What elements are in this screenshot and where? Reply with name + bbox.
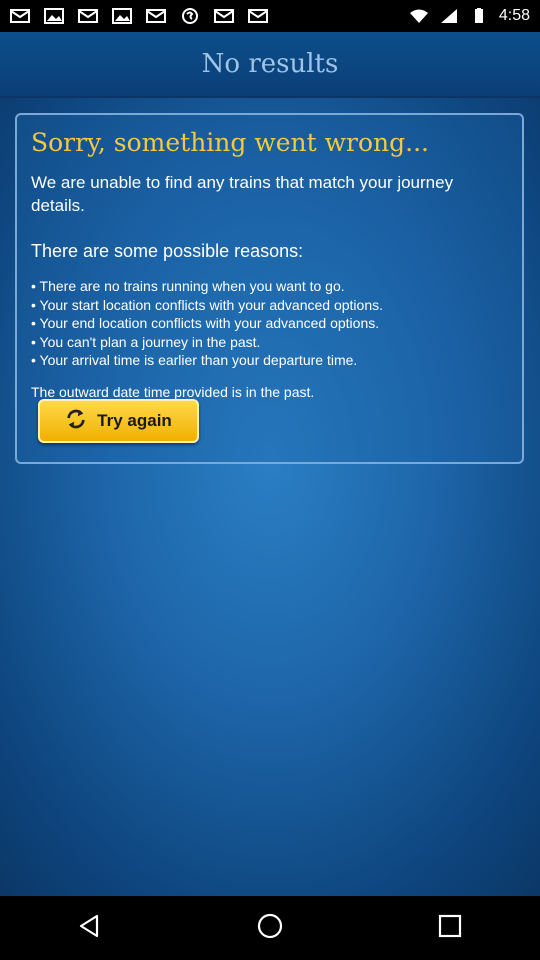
mail-icon [214, 8, 234, 24]
list-item: Your start location conflicts with your … [31, 296, 508, 315]
refresh-icon [65, 408, 87, 435]
recents-button[interactable] [420, 898, 480, 958]
reasons-title: There are some possible reasons: [31, 241, 304, 261]
try-again-button[interactable]: Try again [38, 399, 199, 443]
mail-icon [78, 8, 98, 24]
notification-icons [10, 8, 268, 24]
wifi-icon [409, 8, 429, 24]
error-intro: We are unable to find any trains that ma… [31, 173, 454, 215]
list-item: Your end location conflicts with your ad… [31, 314, 508, 333]
shazam-icon [180, 8, 200, 24]
list-item: There are no trains running when you wan… [31, 277, 508, 296]
status-bar: 4:58 [0, 0, 540, 32]
title-bar: No results [0, 32, 540, 98]
system-icons: 4:58 [409, 7, 530, 25]
main-content: Sorry, something went wrong... We are un… [0, 98, 540, 896]
error-heading: Sorry, something went wrong... [31, 128, 429, 157]
mail-icon [248, 8, 268, 24]
try-again-label: Try again [97, 411, 172, 430]
status-time: 4:58 [498, 7, 530, 24]
page-title: No results [201, 49, 339, 79]
list-item: You can't plan a journey in the past. [31, 333, 508, 352]
past-date-note: The outward date time provided is in the… [31, 383, 315, 400]
back-icon [77, 913, 103, 944]
error-panel: Sorry, something went wrong... We are un… [15, 113, 524, 464]
home-icon [257, 913, 283, 944]
mail-icon [10, 8, 30, 24]
mail-icon [146, 8, 166, 24]
back-button[interactable] [60, 898, 120, 958]
recents-icon [437, 913, 463, 944]
battery-icon [469, 8, 489, 24]
reasons-list: There are no trains running when you wan… [31, 277, 508, 370]
list-item: Your arrival time is earlier than your d… [31, 351, 508, 370]
signal-icon [439, 8, 459, 24]
home-button[interactable] [240, 898, 300, 958]
navigation-bar [0, 896, 540, 960]
image-icon [44, 8, 64, 24]
image-icon [112, 8, 132, 24]
